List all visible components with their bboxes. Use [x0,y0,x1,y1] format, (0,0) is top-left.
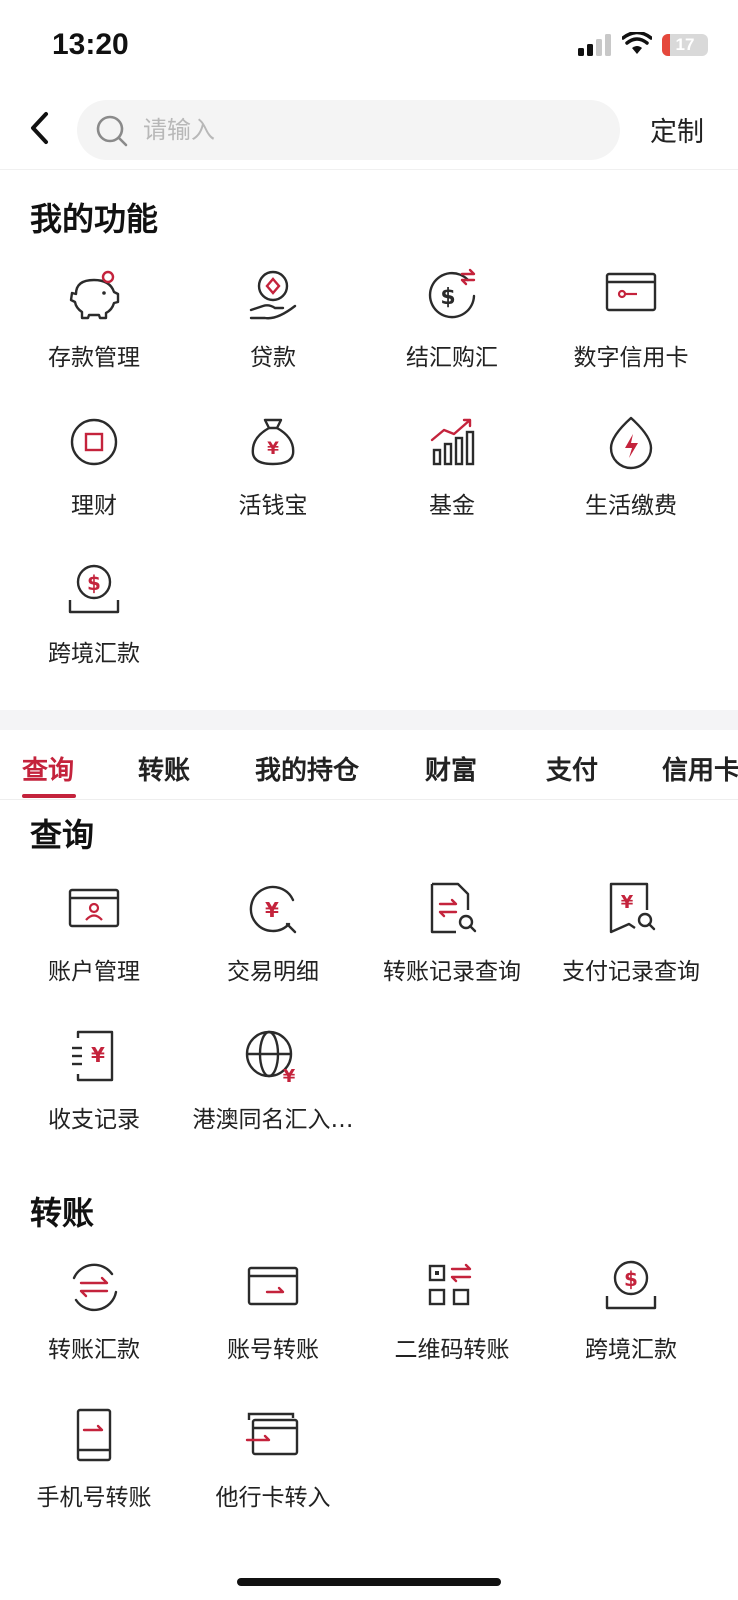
query-income-expense[interactable]: ¥ 收支记录 [2,1028,186,1168]
query-hk-macau-remit[interactable]: ¥ 港澳同名汇入… [181,1028,365,1168]
function-label: 贷款 [250,345,296,371]
my-functions-title: 我的功能 [30,200,159,238]
transfer-qr-code[interactable]: 二维码转账 [360,1258,544,1398]
wealth-icon [70,418,118,466]
home-indicator[interactable] [237,1578,501,1586]
search-input[interactable] [143,110,583,150]
currency-exchange-icon: $ [428,268,476,319]
transfer-label: 跨境汇款 [585,1337,677,1363]
transfer-remit-icon [72,1263,118,1312]
income-expense-icon: ¥ [72,1030,114,1082]
function-label: 生活缴费 [585,493,677,519]
cellular-signal-icon [578,34,611,56]
transfer-account[interactable]: 账号转账 [181,1258,365,1398]
query-section-title: 查询 [30,816,95,854]
function-fx-exchange[interactable]: $ 结汇购汇 [360,266,544,406]
query-label: 账户管理 [48,959,140,985]
transfer-phone-number[interactable]: 手机号转账 [2,1406,186,1546]
transaction-detail-icon: ¥ [249,885,297,934]
loan-hand-icon [249,270,297,320]
function-huoqianbao[interactable]: ¥ 活钱宝 [181,414,365,554]
payment-record-icon: ¥ [609,882,656,934]
utility-bill-icon [609,416,653,470]
fund-chart-icon [430,418,475,466]
section-divider [0,710,738,730]
function-label: 存款管理 [48,345,140,371]
transfer-record-icon [430,882,477,934]
transfer-label: 他行卡转入 [215,1485,331,1511]
svg-text:¥: ¥ [265,898,279,922]
transfer-label: 账号转账 [227,1337,319,1363]
piggy-bank-icon [69,270,120,320]
tab-transfer[interactable]: 转账 [138,750,190,787]
function-loan[interactable]: 贷款 [181,266,365,406]
function-wealth[interactable]: 理财 [2,414,186,554]
top-bar: 定制 [0,90,738,170]
qr-transfer-icon [428,1263,472,1306]
search-icon [96,115,128,147]
search-box[interactable] [77,100,620,160]
money-bag-icon: ¥ [251,418,295,466]
function-label: 结汇购汇 [406,345,498,371]
query-payment-records[interactable]: ¥ 支付记录查询 [539,880,723,1020]
function-label: 理财 [71,493,117,519]
tab-credit-card[interactable]: 信用卡 [662,750,738,787]
back-button[interactable] [22,108,58,148]
query-label: 港澳同名汇入… [192,1107,354,1133]
account-card-icon [68,888,120,928]
active-tab-indicator [22,794,76,798]
query-label: 支付记录查询 [562,959,700,985]
svg-text:$: $ [440,285,455,310]
other-bank-card-icon [245,1412,299,1456]
function-digital-credit-card[interactable]: 数字信用卡 [539,266,723,406]
tab-payment[interactable]: 支付 [546,750,598,787]
transfer-label: 二维码转账 [394,1337,510,1363]
tab-query[interactable]: 查询 [22,750,74,787]
cross-border-remit-icon: $ [605,1260,657,1310]
query-label: 转账记录查询 [383,959,521,985]
tab-my-holdings[interactable]: 我的持仓 [255,750,359,787]
function-label: 基金 [429,493,475,519]
function-label: 活钱宝 [238,493,308,519]
battery-icon: 17 [662,34,708,56]
svg-text:¥: ¥ [91,1043,105,1067]
query-label: 交易明细 [227,959,319,985]
customize-button[interactable]: 定制 [650,110,704,149]
transfer-section-title: 转账 [30,1194,95,1232]
function-cross-border-remit[interactable]: $ 跨境汇款 [2,562,186,702]
transfer-other-bank-card[interactable]: 他行卡转入 [181,1406,365,1546]
globe-yen-icon: ¥ [245,1030,296,1087]
svg-text:¥: ¥ [267,439,279,459]
function-label: 数字信用卡 [573,345,689,371]
query-transaction-detail[interactable]: ¥ 交易明细 [181,880,365,1020]
credit-card-icon [605,272,657,312]
account-transfer-icon [247,1266,299,1306]
svg-text:$: $ [624,1267,638,1291]
category-tabs: 查询 转账 我的持仓 财富 支付 信用卡 [0,730,738,800]
transfer-remit[interactable]: 转账汇款 [2,1258,186,1398]
function-utility-payment[interactable]: 生活缴费 [539,414,723,554]
query-account-management[interactable]: 账户管理 [2,880,186,1020]
phone-transfer-icon [76,1408,112,1462]
query-transfer-records[interactable]: 转账记录查询 [360,880,544,1020]
function-label: 跨境汇款 [48,641,140,667]
status-bar: 13:20 17 [0,0,738,90]
wifi-icon [622,32,652,54]
svg-text:¥: ¥ [283,1066,296,1087]
battery-level: 17 [675,35,695,54]
query-label: 收支记录 [48,1107,140,1133]
transfer-cross-border[interactable]: $ 跨境汇款 [539,1258,723,1398]
cross-border-remit-icon: $ [68,564,120,614]
transfer-label: 手机号转账 [36,1485,152,1511]
svg-text:¥: ¥ [621,892,634,913]
transfer-label: 转账汇款 [48,1337,140,1363]
svg-text:$: $ [87,571,101,595]
function-deposit-management[interactable]: 存款管理 [2,266,186,406]
chevron-left-icon [31,112,48,144]
tab-wealth[interactable]: 财富 [425,750,477,787]
function-fund[interactable]: 基金 [360,414,544,554]
status-time: 13:20 [52,28,129,61]
